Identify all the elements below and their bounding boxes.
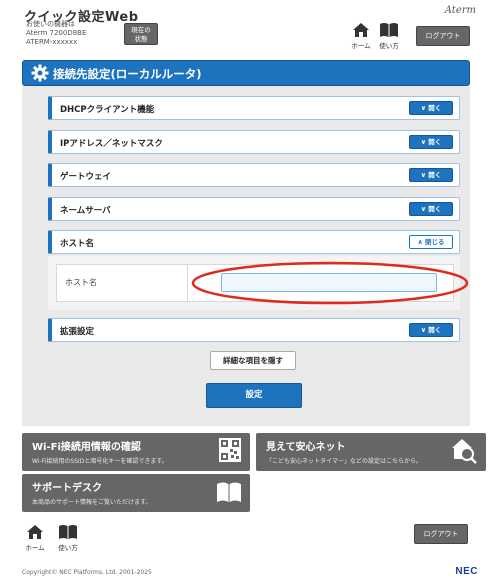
accordion-hostname[interactable]: ホスト名 ∧ 閉じる (48, 230, 460, 254)
accordion-nameserver-label: ネームサーバ (60, 206, 111, 216)
book-icon (59, 525, 77, 539)
wifi-info-title: Wi-Fi接続用情報の確認 (32, 442, 141, 453)
accordion-nameserver-open-button[interactable]: ∨ 開く (409, 202, 453, 216)
book-icon (380, 23, 398, 37)
accordion-ip-toggle-label: 開く (428, 138, 442, 146)
section-header: 接続先設定(ローカルルータ) (22, 60, 470, 86)
accordion-nameserver-toggle-label: 開く (428, 205, 442, 213)
accordion-dhcp-toggle-label: 開く (428, 104, 442, 112)
accordion-nameserver[interactable]: ネームサーバ ∨ 開く (48, 197, 460, 221)
usage-label: 使い方 (379, 42, 399, 50)
hostname-field-label: ホスト名 (65, 278, 97, 287)
current-status-button[interactable]: 現在の 状態 (124, 23, 158, 45)
footer-home-button[interactable]: ホーム (22, 524, 48, 556)
support-desk-card[interactable]: サポートデスク 本商品のサポート情報をご覧いただけます。 (22, 474, 250, 512)
hide-details-button[interactable]: 詳細な項目を隠す (210, 351, 296, 370)
device-name: ATERM-xxxxxx (26, 38, 78, 46)
accordion-extended-open-button[interactable]: ∨ 開く (409, 323, 453, 337)
accordion-gateway-label: ゲートウェイ (60, 172, 112, 182)
accordion-hostname-close-button[interactable]: ∧ 閉じる (409, 235, 453, 249)
home-icon (27, 525, 43, 539)
accordion-ip-label: IPアドレス／ネットマスク (60, 139, 163, 149)
qr-code-icon (219, 438, 241, 462)
accordion-ip-open-button[interactable]: ∨ 開く (409, 135, 453, 149)
gear-icon (31, 64, 49, 82)
chevron-up-icon: ∧ (417, 238, 426, 246)
header: クイック設定Web お使いの機器は Aterm 7200D8BE ATERM-x… (0, 0, 500, 58)
nec-logo: NEC (455, 566, 478, 577)
device-info-line1: お使いの機器は (26, 20, 75, 28)
footer-home-label: ホーム (25, 544, 45, 552)
copyright-text: Copyright© NEC Platforms, Ltd. 2001-2025 (22, 569, 152, 576)
home-search-icon (452, 439, 477, 464)
wifi-info-card[interactable]: Wi-Fi接続用情報の確認 Wi-Fi接続用のSSIDと暗号化キーを確認できます… (22, 433, 250, 471)
accordion-dhcp-label: DHCPクライアント機能 (60, 105, 155, 115)
highlight-ring (191, 261, 469, 305)
support-desk-title: サポートデスク (32, 483, 102, 494)
accordion-ip[interactable]: IPアドレス／ネットマスク ∨ 開く (48, 130, 460, 154)
safety-net-title: 見えて安心ネット (266, 442, 346, 453)
accordion-gateway-open-button[interactable]: ∨ 開く (409, 168, 453, 182)
safety-net-card[interactable]: 見えて安心ネット 「こども安心ネットタイマー」などの設定はこちらから。 (256, 433, 486, 471)
accordion-hostname-label: ホスト名 (60, 239, 95, 249)
safety-net-desc: 「こども安心ネットタイマー」などの設定はこちらから。 (266, 458, 423, 465)
usage-button[interactable]: 使い方 (376, 22, 402, 54)
device-model: Aterm 7200D8BE (26, 29, 87, 37)
accordion-gateway-toggle-label: 開く (428, 171, 442, 179)
current-status-label-2: 状態 (134, 35, 148, 43)
support-desk-desc: 本商品のサポート情報をご覧いただけます。 (32, 499, 152, 506)
wifi-info-desc: Wi-Fi接続用のSSIDと暗号化キーを確認できます。 (32, 458, 168, 465)
aterm-logo: Aterm (444, 5, 476, 16)
home-button[interactable]: ホーム (348, 22, 374, 54)
accordion-extended-label: 拡張設定 (60, 327, 95, 337)
book-icon (217, 482, 241, 502)
logout-button[interactable]: ログアウト (416, 26, 470, 46)
home-icon (353, 23, 369, 37)
accordion-dhcp-open-button[interactable]: ∨ 開く (409, 101, 453, 115)
footer-usage-label: 使い方 (58, 544, 78, 552)
apply-button[interactable]: 設定 (206, 383, 302, 408)
accordion-extended-toggle-label: 開く (428, 326, 442, 334)
accordion-hostname-toggle-label: 閉じる (425, 238, 445, 246)
divider (187, 265, 188, 301)
accordion-dhcp[interactable]: DHCPクライアント機能 ∨ 開く (48, 96, 460, 120)
footer-logout-button[interactable]: ログアウト (414, 524, 468, 544)
current-status-label-1: 現在の (131, 26, 151, 34)
accordion-gateway[interactable]: ゲートウェイ ∨ 開く (48, 163, 460, 187)
footer-usage-button[interactable]: 使い方 (55, 524, 81, 556)
home-label: ホーム (351, 42, 371, 50)
accordion-extended[interactable]: 拡張設定 ∨ 開く (48, 318, 460, 342)
section-title: 接続先設定(ローカルルータ) (53, 67, 202, 81)
